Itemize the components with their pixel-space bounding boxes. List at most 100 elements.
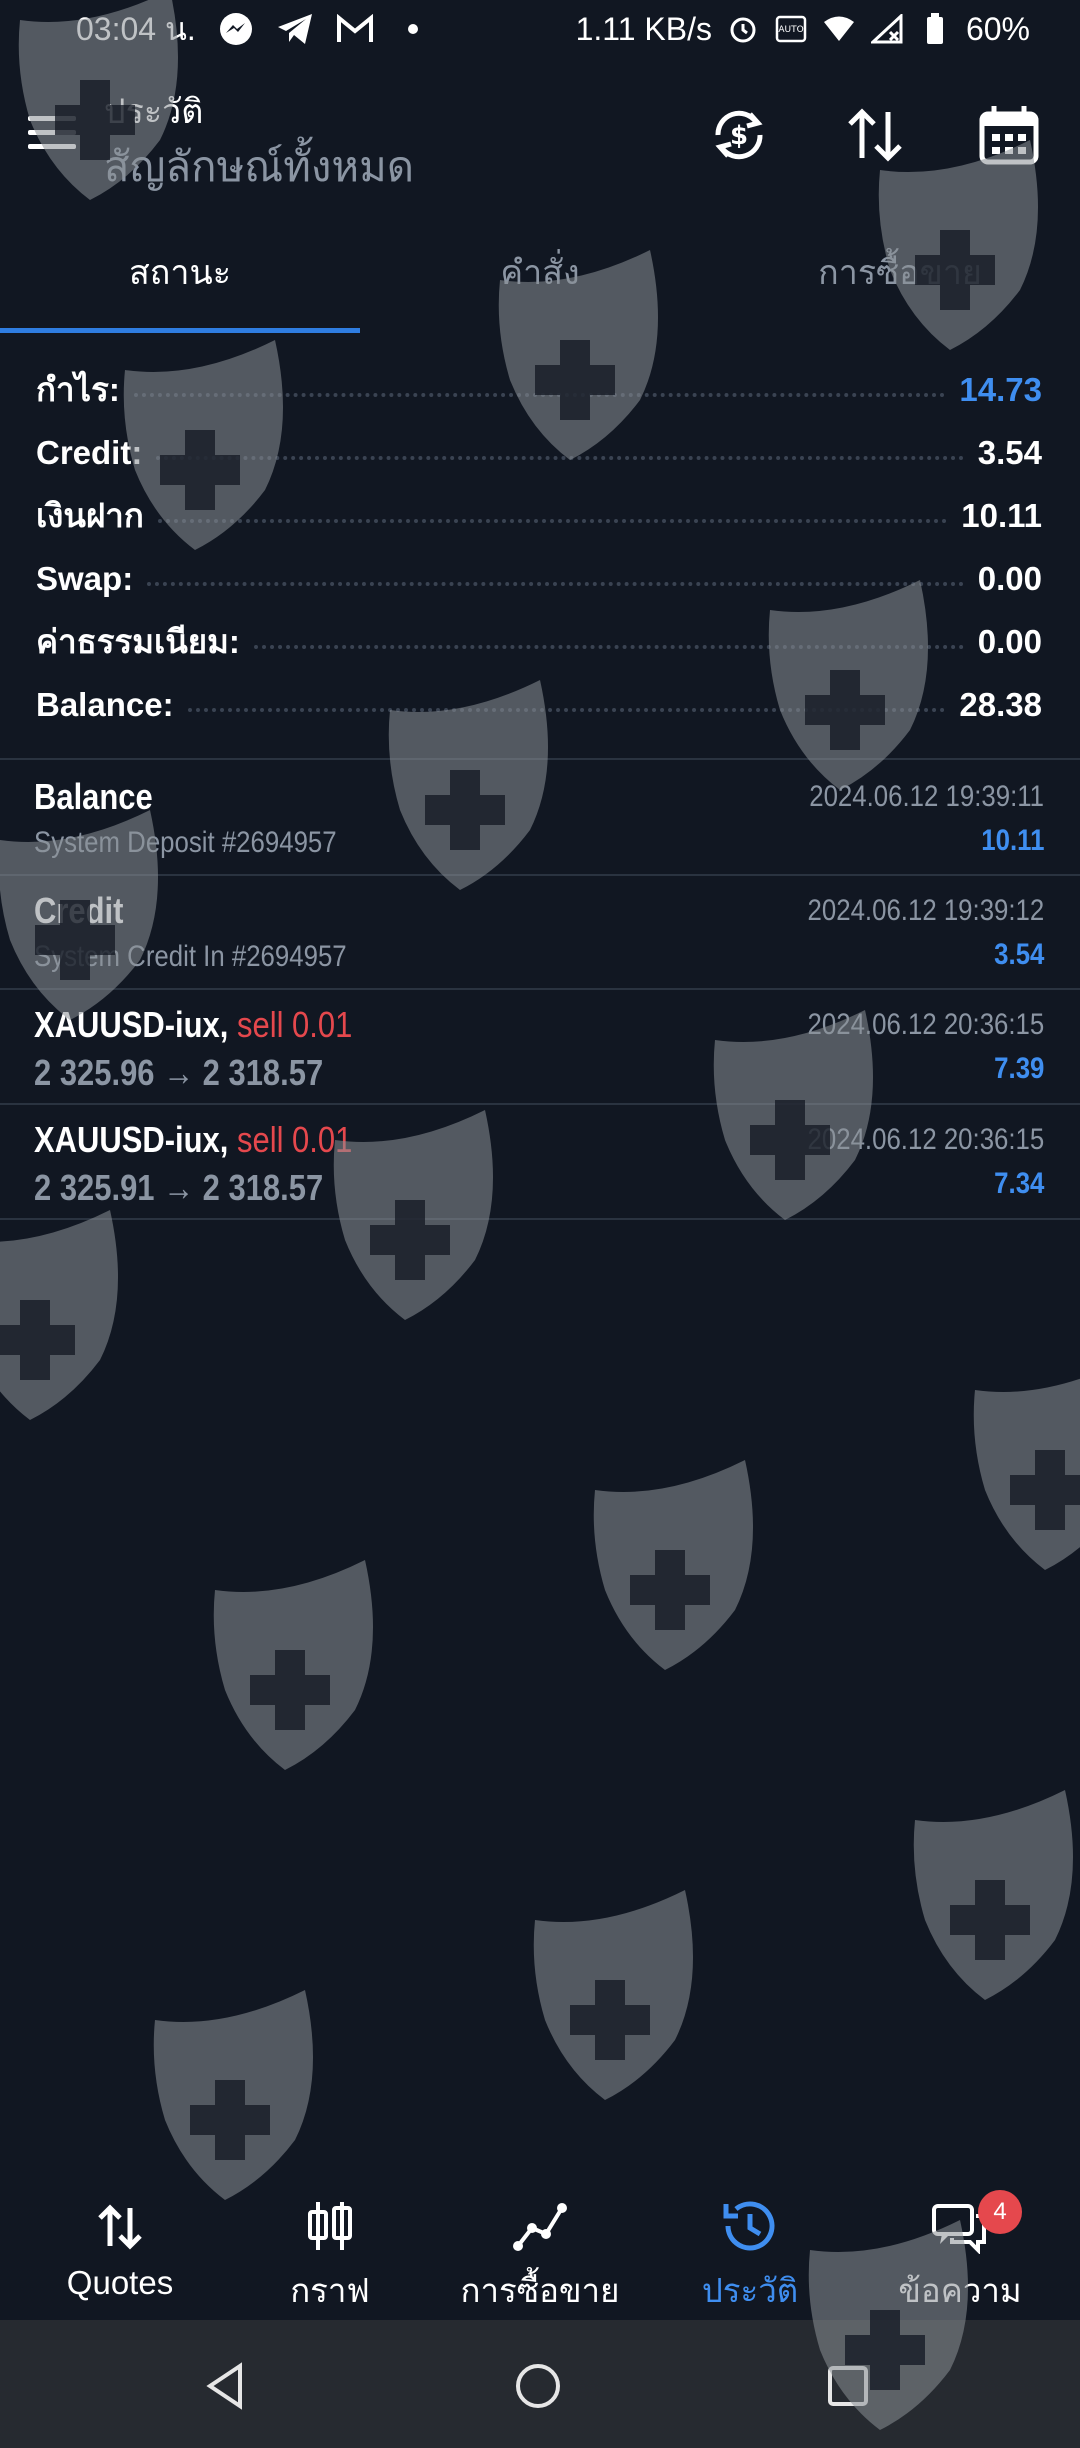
deal-row-trade[interactable]: XAUUSD-iux, sell 0.01 2 325.91 → 2 318.5… [0,1105,1080,1219]
summary-value: 10.11 [947,496,1042,535]
recents-icon[interactable] [818,2356,878,2416]
svg-text:AUTO: AUTO [778,25,803,35]
tab-orders[interactable]: คำสั่ง [360,238,720,336]
deal-detail: System Credit In #2694957 [34,940,347,973]
status-bar: 03:04 น. 1.11 KB/s AUTO 60% [0,0,1080,58]
network-speed: 1.11 KB/s [575,10,712,47]
summary-value: 14.73 [945,370,1042,409]
top-app-bar: ประวัติ สัญลักษณ์ทั้งหมด $ [0,70,1080,200]
deal-amount: 7.39 [993,1052,1044,1085]
svg-text:$: $ [730,121,748,151]
summary-value: 0.00 [963,559,1042,598]
battery-percent: 60% [965,10,1030,47]
summary-row-credit: Credit: 3.54 [36,421,1042,484]
hamburger-menu-icon[interactable] [28,116,76,156]
calendar-icon[interactable] [976,102,1042,168]
history-clock-icon [723,2201,775,2251]
summary-value: 28.38 [945,685,1042,724]
tab-deals[interactable]: การซื้อขาย [720,238,1080,336]
dotted-leader [253,644,964,649]
deal-symbol: XAUUSD-iux, sell 0.01 [34,1119,352,1161]
shield-watermark-icon [533,1890,693,2100]
wifi-icon [822,12,856,46]
telegram-icon [277,14,312,44]
status-time: 03:04 น. [76,10,196,47]
messenger-icon [219,13,252,45]
dotted-leader [147,581,964,586]
dotted-leader [187,707,946,712]
nav-chart[interactable]: กราฟ [230,2198,430,2317]
nav-label: กราฟ [290,2272,370,2309]
deal-action: sell 0.01 [237,1004,353,1045]
nav-messages[interactable]: ข้อความ 4 [860,2190,1060,2317]
history-tabs: สถานะ คำสั่ง การซื้อขาย [0,238,1080,336]
system-navigation-bar [0,2320,1080,2448]
deal-symbol: XAUUSD-iux, sell 0.01 [34,1004,352,1046]
nav-label: ประวัติ [701,2272,799,2309]
candlestick-icon [308,2202,352,2250]
deal-name: Credit [34,890,124,931]
shield-watermark-icon [973,1360,1080,1570]
summary-row-balance: Balance: 28.38 [36,673,1042,736]
deal-action: sell 0.01 [237,1119,353,1160]
summary-label: Credit: [36,433,157,472]
deal-row-credit[interactable]: Credit System Credit In #2694957 2024.06… [0,876,1080,990]
page-title: ประวัติ [104,93,204,131]
nav-label: Quotes [66,2264,174,2301]
home-icon[interactable] [508,2356,568,2416]
unread-badge: 4 [978,2190,1022,2234]
shield-watermark-icon [153,1990,313,2200]
dotted-leader [157,518,948,523]
deal-row-trade[interactable]: XAUUSD-iux, sell 0.01 2 325.96 → 2 318.5… [0,990,1080,1104]
symbol-filter[interactable]: สัญลักษณ์ทั้งหมด [104,134,414,200]
summary-label: กำไร: [36,363,134,416]
deal-name: Balance [34,776,153,817]
bottom-navigation: Quotes กราฟ การซื้อขาย ประวัติ ข้อความ 4 [0,2170,1080,2320]
symbol-name: XAUUSD-iux, [34,1119,229,1160]
gmail-icon [336,14,373,42]
deal-prices: 2 325.96 → 2 318.57 [34,1052,324,1093]
deal-datetime: 2024.06.12 19:39:12 [807,894,1044,927]
quotes-arrows-icon [98,2204,142,2250]
currency-sync-icon[interactable]: $ [706,102,772,168]
shield-watermark-icon [913,1790,1073,2000]
dotted-leader [156,455,964,460]
symbol-name: XAUUSD-iux, [34,1004,229,1045]
deal-datetime: 2024.06.12 19:39:11 [809,780,1044,813]
nav-label: การซื้อขาย [460,2272,620,2309]
auto-brightness-icon: AUTO [774,12,808,46]
trade-line-icon [513,2203,567,2251]
sort-arrows-icon[interactable] [842,102,908,168]
summary-label: เงินฝาก [36,489,158,542]
alarm-icon [726,12,760,46]
account-summary: กำไร: 14.73 Credit: 3.54 เงินฝาก 10.11 S… [36,358,1042,736]
deal-amount: 7.34 [993,1167,1044,1200]
summary-value: 3.54 [963,433,1042,472]
notification-dot [407,24,418,34]
summary-row-deposit: เงินฝาก 10.11 [36,484,1042,547]
deal-datetime: 2024.06.12 20:36:15 [807,1008,1044,1041]
dotted-leader [133,392,946,397]
shield-watermark-icon [213,1560,373,1770]
nav-trade[interactable]: การซื้อขาย [440,2198,640,2317]
tab-positions[interactable]: สถานะ [0,238,360,336]
nav-quotes[interactable]: Quotes [20,2198,220,2302]
shield-watermark-icon [593,1460,753,1670]
active-tab-indicator [0,328,360,333]
summary-label: Balance: [36,685,188,724]
back-icon[interactable] [196,2356,256,2416]
divider [0,1218,1080,1220]
battery-icon [918,12,952,46]
summary-row-profit: กำไร: 14.73 [36,358,1042,421]
summary-label: ค่าธรรมเนียม: [36,615,254,668]
deal-row-balance[interactable]: Balance System Deposit #2694957 2024.06.… [0,762,1080,876]
deal-amount: 10.11 [980,824,1044,857]
summary-value: 0.00 [963,622,1042,661]
shield-watermark-icon [0,1210,118,1420]
deal-datetime: 2024.06.12 20:36:15 [807,1123,1044,1156]
deal-detail: System Deposit #2694957 [34,826,337,859]
signal-icon [870,12,904,46]
nav-history[interactable]: ประวัติ [650,2198,850,2317]
deal-prices: 2 325.91 → 2 318.57 [34,1167,324,1208]
nav-label: ข้อความ [898,2272,1022,2309]
